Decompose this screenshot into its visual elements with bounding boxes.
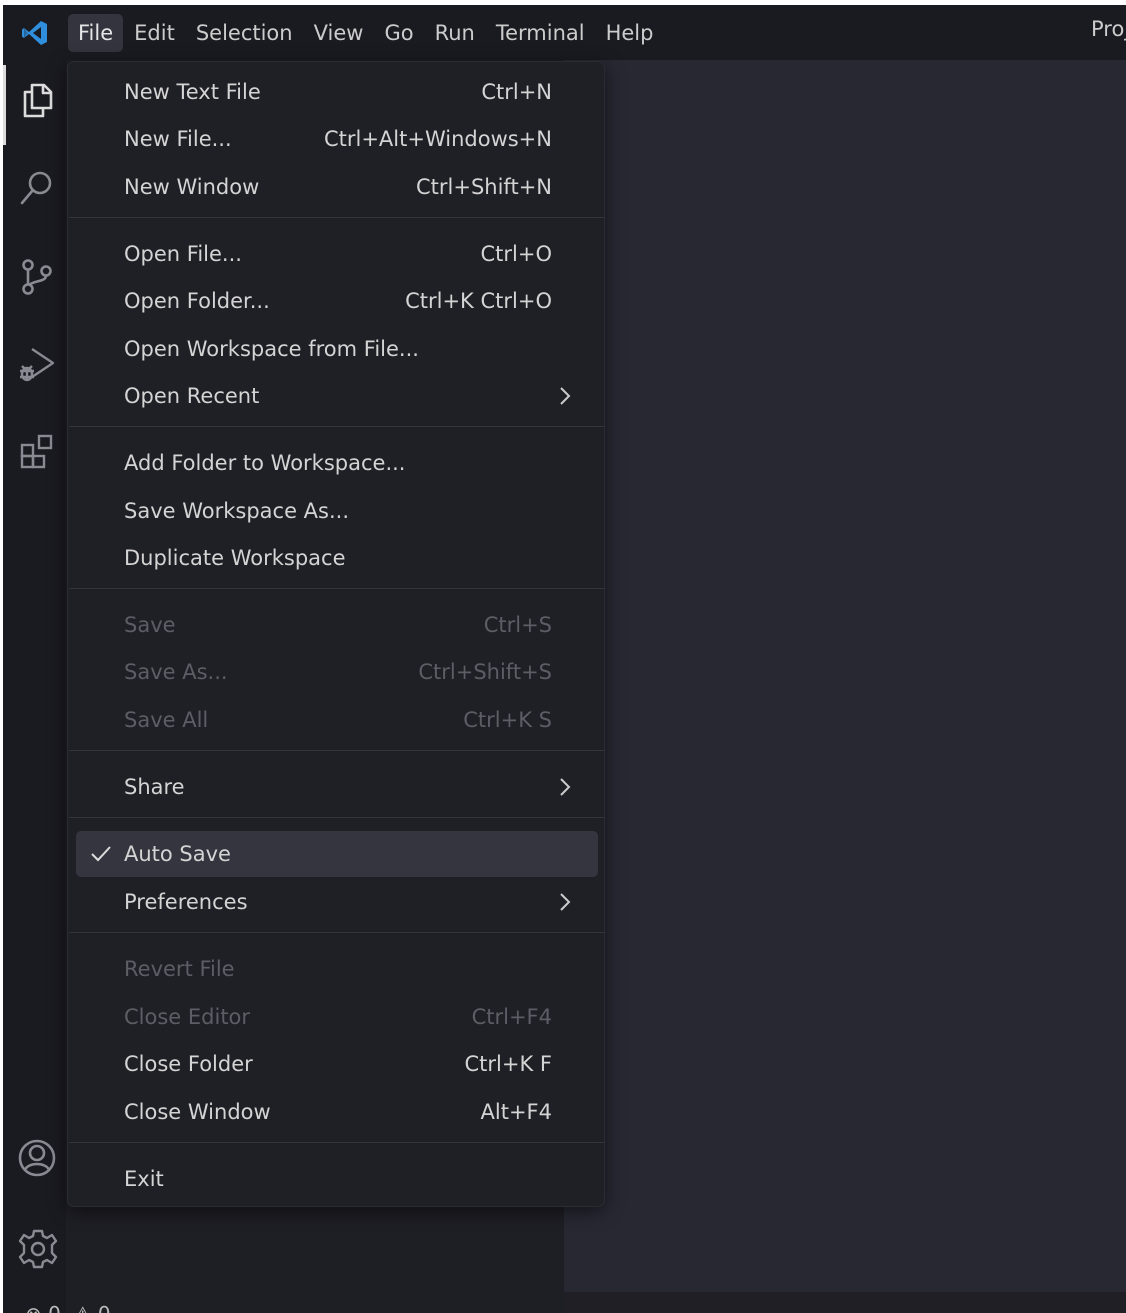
menu-item-label: Exit [124,1167,164,1191]
source-control-icon[interactable] [17,256,57,296]
menu-separator [69,932,605,933]
menu-item-label: Preferences [124,890,248,914]
menu-separator [69,588,605,589]
menu-go[interactable]: Go [374,14,423,52]
menu-item-label: Close Window [124,1100,271,1124]
menu-item-shortcut: Ctrl+S [483,613,552,637]
menu-item-shortcut: Ctrl+Shift+S [418,660,552,684]
menu-item-label: Auto Save [124,842,231,866]
menu-edit[interactable]: Edit [124,14,185,52]
menu-selection[interactable]: Selection [186,14,303,52]
menu-item-open-recent[interactable]: Open Recent [76,373,598,419]
menu-separator [69,426,605,427]
menu-item-shortcut: Ctrl+K Ctrl+O [405,289,552,313]
chevron-right-icon [558,776,572,798]
menu-item-revert-file: Revert File [76,946,598,992]
menu-item-label: New Window [124,175,260,199]
menu-view[interactable]: View [304,14,374,52]
menu-item-share[interactable]: Share [76,764,598,810]
menu-item-save-as: Save As... Ctrl+Shift+S [76,649,598,695]
panel-divider [564,1292,1126,1313]
menu-item-label: Save Workspace As... [124,499,350,523]
vscode-logo-icon [20,18,50,48]
menu-item-label: Close Folder [124,1052,253,1076]
menu-item-exit[interactable]: Exit [76,1156,598,1202]
menu-help[interactable]: Help [596,14,664,52]
menu-item-open-workspace-from-file[interactable]: Open Workspace from File... [76,326,598,372]
menu-item-open-folder[interactable]: Open Folder... Ctrl+K Ctrl+O [76,278,598,324]
menu-item-shortcut: Ctrl+K S [463,708,552,732]
chevron-right-icon [558,385,572,407]
menu-item-label: Open File... [124,242,242,266]
menu-separator [69,750,605,751]
status-bar[interactable]: ⊗ 0 ⚠ 0 [3,1297,603,1313]
menu-item-new-window[interactable]: New Window Ctrl+Shift+N [76,164,598,210]
menu-item-auto-save[interactable]: Auto Save [76,831,598,877]
menu-run[interactable]: Run [425,14,485,52]
file-menu-dropdown: New Text File Ctrl+N New File... Ctrl+Al… [67,61,605,1207]
menu-item-new-text-file[interactable]: New Text File Ctrl+N [76,69,598,115]
window-title: Proj [1091,17,1126,41]
menu-item-close-window[interactable]: Close Window Alt+F4 [76,1089,598,1135]
menu-terminal[interactable]: Terminal [486,14,595,52]
accounts-icon[interactable] [17,1138,57,1178]
menu-item-label: Open Folder... [124,289,270,313]
menu-separator [69,817,605,818]
warning-icon: ⚠ [67,1302,92,1313]
chevron-right-icon [558,891,572,913]
menu-item-label: Save [124,613,176,637]
extensions-icon[interactable] [17,432,57,472]
menu-item-close-editor: Close Editor Ctrl+F4 [76,994,598,1040]
menu-item-add-folder-to-workspace[interactable]: Add Folder to Workspace... [76,440,598,486]
menu-item-shortcut: Ctrl+K F [464,1052,553,1076]
menu-item-label: Close Editor [124,1005,251,1029]
checkmark-icon [89,842,113,866]
menu-item-label: Save All [124,708,209,732]
menu-item-duplicate-workspace[interactable]: Duplicate Workspace [76,535,598,581]
menu-item-shortcut: Ctrl+O [480,242,553,266]
menu-item-close-folder[interactable]: Close Folder Ctrl+K F [76,1041,598,1087]
menu-item-shortcut: Ctrl+Shift+N [416,175,552,199]
search-icon[interactable] [17,168,57,208]
title-bar: File Edit Selection View Go Run Terminal… [3,5,1126,60]
menu-item-label: Save As... [124,660,228,684]
menu-item-shortcut: Ctrl+F4 [471,1005,552,1029]
menu-file[interactable]: File [68,13,124,52]
menu-item-preferences[interactable]: Preferences [76,879,598,925]
vscode-window: File Edit Selection View Go Run Terminal… [3,5,1126,1313]
menu-item-new-file[interactable]: New File... Ctrl+Alt+Windows+N [76,116,598,162]
menu-item-shortcut: Alt+F4 [480,1100,552,1124]
manage-gear-icon[interactable] [17,1228,58,1269]
menu-item-label: New File... [124,127,232,151]
menu-item-label: Share [124,775,185,799]
menu-bar: File Edit Selection View Go Run Terminal… [68,5,664,60]
activity-bar [3,60,66,1313]
menu-item-shortcut: Ctrl+Alt+Windows+N [323,127,552,151]
warnings-count: 0 [98,1302,111,1313]
run-debug-icon[interactable] [17,344,57,384]
menu-separator [69,217,605,218]
menu-item-save: Save Ctrl+S [76,602,598,648]
editor-area [564,60,1126,1292]
error-icon: ⊗ [25,1302,42,1313]
menu-separator [69,1142,605,1143]
menu-item-save-workspace-as[interactable]: Save Workspace As... [76,488,598,534]
menu-item-label: Duplicate Workspace [124,546,346,570]
menu-item-label: Revert File [124,957,235,981]
menu-item-shortcut: Ctrl+N [481,80,552,104]
errors-count: 0 [48,1302,61,1313]
menu-item-label: Open Workspace from File... [124,337,419,361]
explorer-icon[interactable] [17,80,57,120]
active-indicator [3,65,6,145]
menu-item-save-all: Save All Ctrl+K S [76,697,598,743]
menu-item-label: New Text File [124,80,261,104]
menu-item-open-file[interactable]: Open File... Ctrl+O [76,231,598,277]
menu-item-label: Add Folder to Workspace... [124,451,406,475]
menu-item-label: Open Recent [124,384,260,408]
